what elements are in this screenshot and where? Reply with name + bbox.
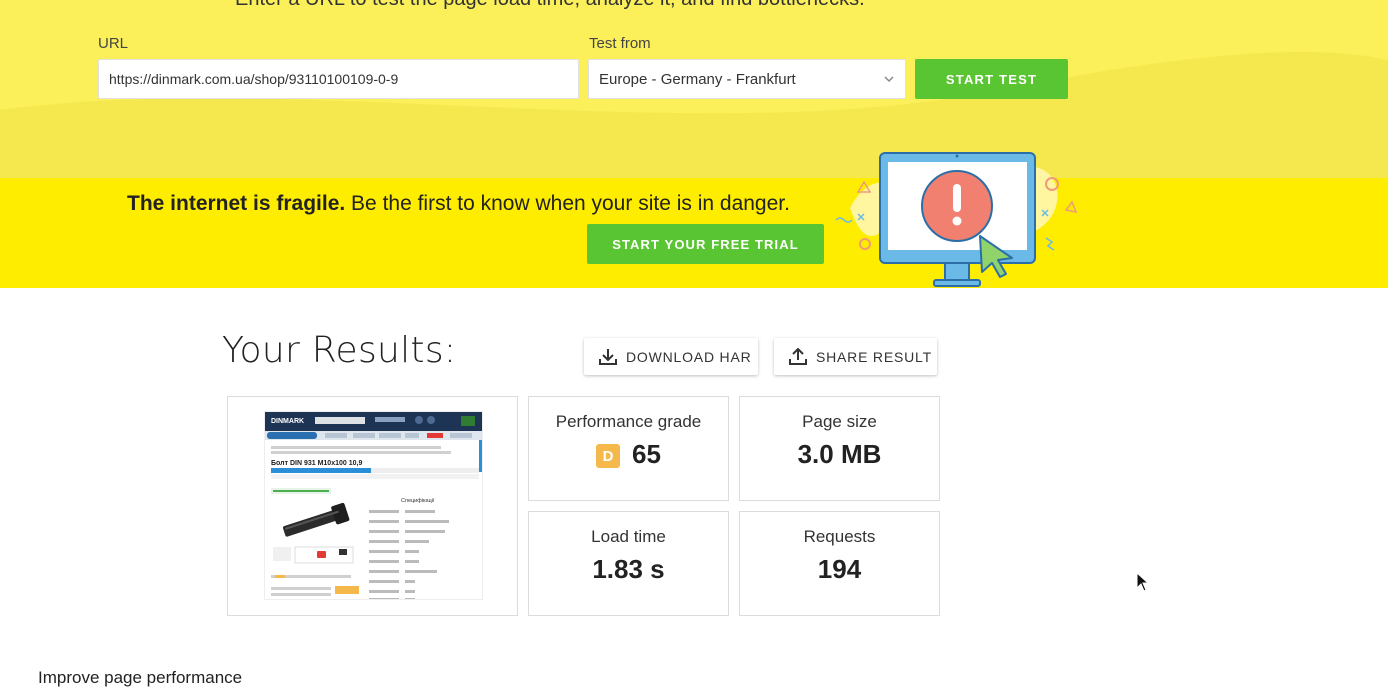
- share-result-label: SHARE RESULT: [816, 348, 932, 365]
- load-time-value: 1.83 s: [592, 554, 665, 584]
- share-result-button[interactable]: SHARE RESULT: [774, 338, 937, 375]
- promo-banner: The internet is fragile. Be the first to…: [0, 178, 1388, 288]
- hero-tagline: Enter a URL to test the page load time, …: [235, 0, 865, 11]
- results-title: Your Results:: [222, 330, 457, 371]
- requests-card: Requests 194: [739, 511, 940, 616]
- hero-section: Enter a URL to test the page load time, …: [0, 0, 1388, 178]
- promo-bold-text: The internet is fragile.: [127, 192, 346, 215]
- url-input[interactable]: [98, 59, 579, 99]
- page-screenshot-thumbnail[interactable]: DINMARK Болт DIN 931 M10x100 10,9 Специф…: [264, 411, 483, 600]
- page-size-value: 3.0 MB: [797, 439, 882, 469]
- monitor-alert-illustration: [835, 152, 1078, 287]
- chevron-down-icon: [884, 76, 894, 83]
- performance-grade-label: Performance grade: [555, 412, 702, 431]
- upload-share-icon: [789, 347, 807, 365]
- download-har-button[interactable]: DOWNLOAD HAR: [584, 338, 758, 375]
- start-test-button[interactable]: START TEST: [915, 59, 1068, 99]
- promo-body-text: Be the first to know when your site is i…: [345, 192, 790, 215]
- performance-grade-row: D 65: [529, 439, 728, 470]
- preview-logo: DINMARK: [271, 418, 304, 425]
- performance-grade-card: Performance grade D 65: [528, 396, 729, 501]
- test-location-select[interactable]: Europe - Germany - Frankfurt: [588, 59, 906, 99]
- website-preview-image: DINMARK Болт DIN 931 M10x100 10,9 Специф…: [265, 412, 482, 599]
- improve-performance-heading: Improve page performance: [38, 668, 243, 687]
- test-from-label: Test from: [589, 35, 651, 52]
- requests-label: Requests: [803, 527, 876, 546]
- performance-grade-value: 65: [632, 439, 661, 469]
- load-time-label: Load time: [591, 527, 666, 546]
- url-label: URL: [98, 35, 129, 52]
- load-time-card: Load time 1.83 s: [528, 511, 729, 616]
- free-trial-button[interactable]: START YOUR FREE TRIAL: [587, 224, 824, 264]
- page-size-label: Page size: [802, 412, 877, 431]
- page-size-card: Page size 3.0 MB: [739, 396, 940, 501]
- download-icon: [599, 348, 617, 365]
- test-location-value: Europe - Germany - Frankfurt: [599, 71, 796, 88]
- requests-value: 194: [817, 554, 862, 584]
- download-har-label: DOWNLOAD HAR: [626, 348, 752, 365]
- preview-spec-heading: Специфікації: [401, 498, 435, 504]
- mouse-cursor-icon: [1136, 572, 1150, 592]
- preview-product-title: Болт DIN 931 M10x100 10,9: [271, 460, 362, 467]
- grade-letter-badge: D: [596, 444, 621, 468]
- promo-text: The internet is fragile. Be the first to…: [127, 192, 790, 216]
